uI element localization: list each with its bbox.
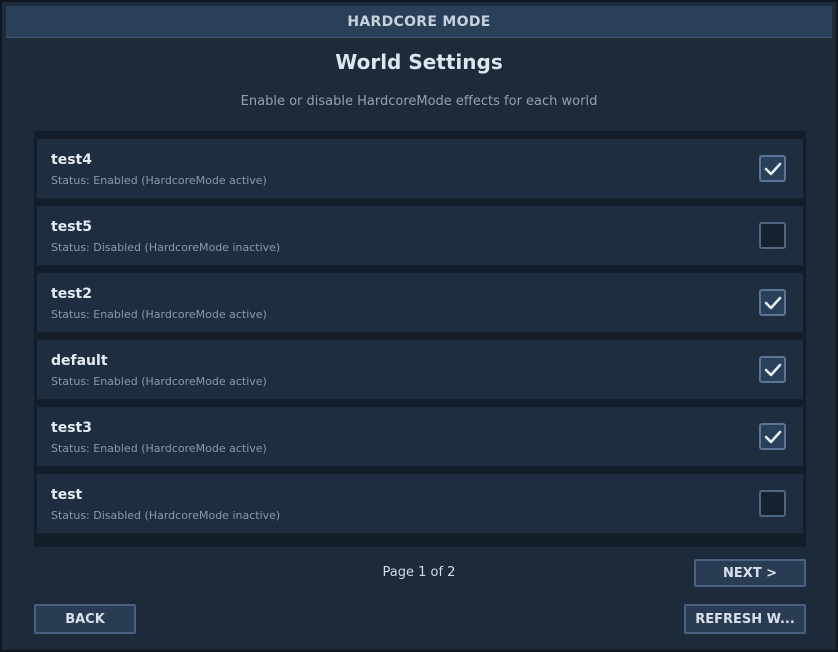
checkmark-icon — [764, 363, 781, 376]
world-row: test3 Status: Enabled (HardcoreMode acti… — [37, 407, 803, 467]
world-row: test2 Status: Enabled (HardcoreMode acti… — [37, 273, 803, 333]
world-list: test4 Status: Enabled (HardcoreMode acti… — [34, 131, 806, 547]
world-status: Status: Enabled (HardcoreMode active) — [51, 308, 267, 321]
next-page-button[interactable]: NEXT > — [694, 559, 806, 587]
window-title: HARDCORE MODE — [6, 6, 832, 38]
world-enabled-checkbox[interactable] — [759, 222, 786, 249]
checkmark-icon — [764, 296, 781, 309]
world-name: test5 — [51, 219, 92, 235]
world-name: test — [51, 487, 83, 503]
world-status: Status: Enabled (HardcoreMode active) — [51, 174, 267, 187]
world-status: Status: Enabled (HardcoreMode active) — [51, 375, 267, 388]
back-button[interactable]: BACK — [34, 604, 136, 634]
hardcore-mode-window: HARDCORE MODE World Settings Enable or d… — [0, 0, 838, 652]
checkmark-icon — [764, 162, 781, 175]
world-name: test4 — [51, 152, 92, 168]
world-status: Status: Disabled (HardcoreMode inactive) — [51, 241, 281, 254]
world-name: test2 — [51, 286, 92, 302]
refresh-worlds-button[interactable]: REFRESH W... — [684, 604, 806, 634]
page-title: World Settings — [335, 50, 503, 74]
page-subtitle: Enable or disable HardcoreMode effects f… — [240, 94, 598, 109]
world-enabled-checkbox[interactable] — [759, 155, 786, 182]
world-row: test5 Status: Disabled (HardcoreMode ina… — [37, 206, 803, 266]
world-row: test Status: Disabled (HardcoreMode inac… — [37, 474, 803, 534]
world-enabled-checkbox[interactable] — [759, 289, 786, 316]
world-name: test3 — [51, 420, 92, 436]
page-indicator: Page 1 of 2 — [382, 565, 456, 580]
world-status: Status: Disabled (HardcoreMode inactive) — [51, 509, 281, 522]
world-name: default — [51, 353, 108, 369]
world-row: test4 Status: Enabled (HardcoreMode acti… — [37, 139, 803, 199]
world-enabled-checkbox[interactable] — [759, 356, 786, 383]
world-status: Status: Enabled (HardcoreMode active) — [51, 442, 267, 455]
world-row: default Status: Enabled (HardcoreMode ac… — [37, 340, 803, 400]
checkmark-icon — [764, 430, 781, 443]
world-enabled-checkbox[interactable] — [759, 423, 786, 450]
world-enabled-checkbox[interactable] — [759, 490, 786, 517]
